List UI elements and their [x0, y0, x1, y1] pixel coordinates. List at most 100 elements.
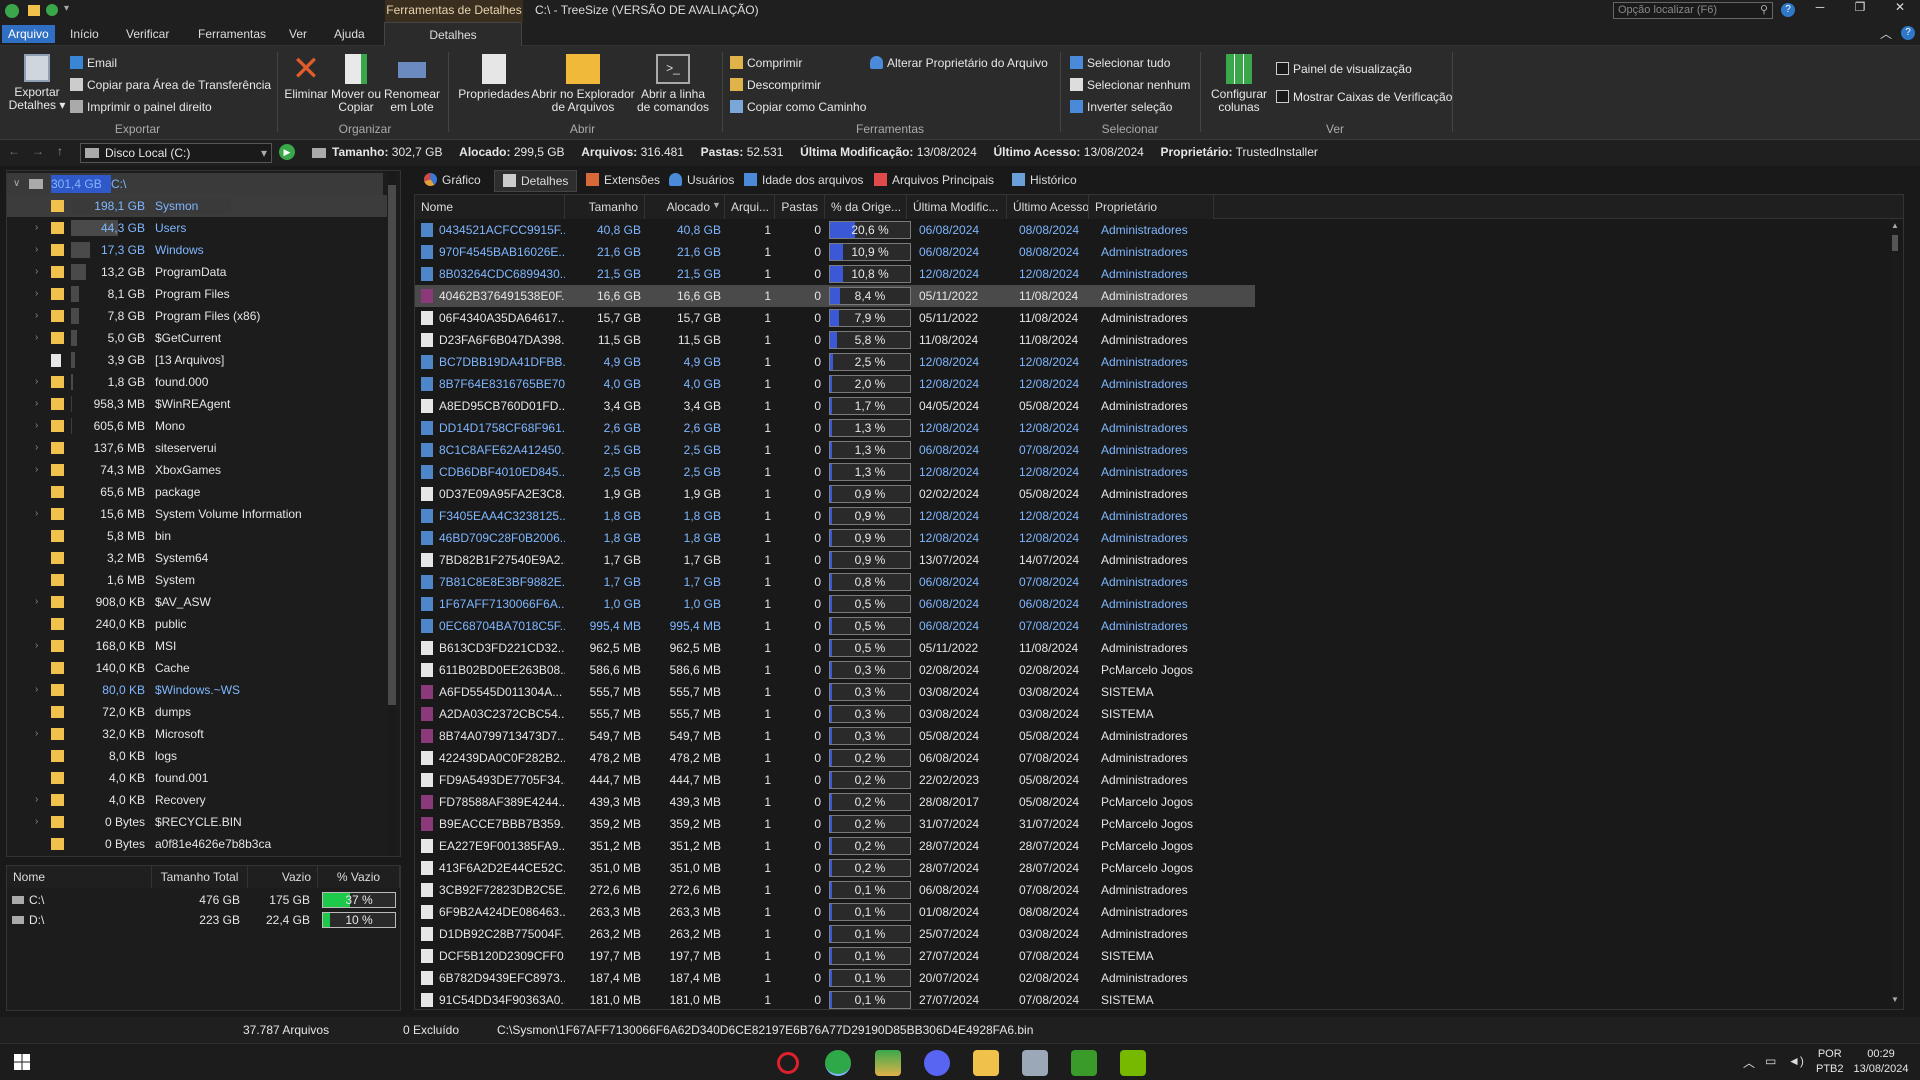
move-copy-button[interactable]: Mover ou Copiar: [330, 54, 382, 114]
tree-item[interactable]: 198,1 GB Sysmon: [7, 195, 387, 217]
up-icon[interactable]: ↑: [57, 144, 63, 158]
select-none-button[interactable]: Selecionar nenhum: [1070, 76, 1190, 94]
volume-icon[interactable]: ◄): [1788, 1054, 1804, 1068]
tree-item[interactable]: 72,0 KB dumps: [7, 701, 387, 723]
tree-item[interactable]: 4,0 KB found.001: [7, 767, 387, 789]
print-button[interactable]: Imprimir o painel direito: [70, 98, 212, 116]
windows-start-icon[interactable]: [14, 1054, 30, 1070]
qat-refresh-icon[interactable]: [46, 4, 58, 16]
drive-select[interactable]: Disco Local (C:) ▾: [80, 143, 272, 163]
chevron-right-icon[interactable]: ›: [35, 327, 38, 349]
minimize-button[interactable]: ─: [1800, 0, 1840, 14]
table-row[interactable]: FD9A5493DE7705F34... 444,7 MB 444,7 MB 1 0 0,…: [415, 769, 1255, 791]
file-explorer-icon[interactable]: [973, 1050, 999, 1076]
tree-item[interactable]: 0 Bytes a0f81e4626e7b8b3ca: [7, 833, 387, 855]
tree-item[interactable]: › 1,8 GB found.000: [7, 371, 387, 393]
chevron-right-icon[interactable]: ›: [35, 503, 38, 525]
table-row[interactable]: 3CB92F72823DB2C5E... 272,6 MB 272,6 MB 1 0 0,…: [415, 879, 1255, 901]
drive-row[interactable]: C:\ 476 GB 175 GB 37 %: [7, 890, 400, 910]
preview-pane-toggle[interactable]: Painel de visualização: [1276, 60, 1412, 78]
tab-extensoes[interactable]: Extensões: [578, 170, 668, 192]
table-row[interactable]: 8B7F64E8316765BE70... 4,0 GB 4,0 GB 1 0 2,0 %…: [415, 373, 1255, 395]
chevron-right-icon[interactable]: ›: [35, 437, 38, 459]
batch-rename-button[interactable]: Renomear em Lote: [384, 54, 440, 114]
qat-dropdown-icon[interactable]: ▾: [64, 3, 69, 14]
chevron-right-icon[interactable]: ›: [35, 723, 38, 745]
col-ultima-modificacao[interactable]: Última Modific...: [907, 195, 1007, 219]
table-row[interactable]: EA227E9F001385FA9... 351,2 MB 351,2 MB 1 0 0,…: [415, 835, 1255, 857]
open-cmd-button[interactable]: >_ Abrir a linha de comandos: [636, 54, 710, 114]
table-row[interactable]: 970F4545BAB16026E... 21,6 GB 21,6 GB 1 0 10,9…: [415, 241, 1255, 263]
tab-historico[interactable]: Histórico: [1004, 170, 1085, 192]
table-row[interactable]: FD78588AF389E4244... 439,3 MB 439,3 MB 1 0 0,…: [415, 791, 1255, 813]
tree-item[interactable]: › 74,3 MB XboxGames: [7, 459, 387, 481]
table-row[interactable]: 0434521ACFCC9915F... 40,8 GB 40,8 GB 1 0 20,6…: [415, 219, 1255, 241]
search-box[interactable]: Opção localizar (F6) ⚲: [1613, 2, 1773, 19]
chevron-right-icon[interactable]: ›: [35, 283, 38, 305]
table-row[interactable]: 8B74A0799713473D7... 549,7 MB 549,7 MB 1 0 0,…: [415, 725, 1255, 747]
treesize-taskbar-icon[interactable]: [825, 1050, 851, 1076]
tree-item[interactable]: › 168,0 KB MSI: [7, 635, 387, 657]
drives-col-name[interactable]: Nome: [7, 866, 152, 888]
checkbox-icon[interactable]: [1276, 90, 1289, 103]
table-row[interactable]: 91C54DD34F90363A0... 181,0 MB 181,0 MB 1 0 0,…: [415, 989, 1255, 1009]
table-row[interactable]: 0EC68704BA7018C5F... 995,4 MB 995,4 MB 1 0 0,…: [415, 615, 1255, 637]
app-window-icon[interactable]: [1022, 1050, 1048, 1076]
tree-item[interactable]: › 137,6 MB siteserverui: [7, 437, 387, 459]
menu-arquivo[interactable]: Arquivo: [2, 25, 55, 43]
chevron-right-icon[interactable]: ›: [35, 591, 38, 613]
delete-button[interactable]: ✕ Eliminar: [284, 52, 328, 101]
tree-item[interactable]: › 32,0 KB Microsoft: [7, 723, 387, 745]
discord-icon[interactable]: [924, 1050, 950, 1076]
close-button[interactable]: ✕: [1880, 0, 1920, 14]
tree-item[interactable]: 1,6 MB System: [7, 569, 387, 591]
decompress-button[interactable]: Descomprimir: [730, 76, 821, 94]
tree-item[interactable]: 240,0 KB public: [7, 613, 387, 635]
chevron-right-icon[interactable]: ›: [35, 415, 38, 437]
show-checkboxes-toggle[interactable]: Mostrar Caixas de Verificação: [1276, 88, 1452, 106]
tab-detalhes[interactable]: Detalhes: [494, 170, 578, 192]
menu-verificar[interactable]: Verificar: [120, 25, 175, 43]
open-explorer-button[interactable]: Abrir no Explorador de Arquivos: [530, 54, 636, 114]
col-proprietario[interactable]: Proprietário: [1089, 195, 1214, 219]
menu-inicio[interactable]: Início: [64, 25, 105, 43]
search-input[interactable]: Opção localizar (F6): [1618, 4, 1717, 16]
table-row[interactable]: 1F67AFF7130066F6A... 1,0 GB 1,0 GB 1 0 0,5 % 0…: [415, 593, 1255, 615]
col-pastas[interactable]: Pastas: [775, 195, 825, 219]
details-grid[interactable]: Nome Tamanho Alocado ▼ Arqui... Pastas %…: [414, 194, 1904, 1010]
invert-selection-button[interactable]: Inverter seleção: [1070, 98, 1172, 116]
tree-item[interactable]: › 958,3 MB $WinREAgent: [7, 393, 387, 415]
table-row[interactable]: DD14D1758CF68F961... 2,6 GB 2,6 GB 1 0 1,3 % 1…: [415, 417, 1255, 439]
chevron-right-icon[interactable]: ›: [35, 679, 38, 701]
table-row[interactable]: 6B782D9439EFC8973... 187,4 MB 187,4 MB 1 0 0,…: [415, 967, 1255, 989]
table-row[interactable]: 413F6A2D2E44CE52C... 351,0 MB 351,0 MB 1 0 0,…: [415, 857, 1255, 879]
drives-col-total[interactable]: Tamanho Total: [152, 866, 248, 888]
tab-usuarios[interactable]: Usuários: [661, 170, 742, 192]
folder-tree[interactable]: ∨ 301,4 GB C:\ 198,1 GB Sysmon › 44,3 GB Use…: [6, 170, 401, 857]
chevron-right-icon[interactable]: ›: [35, 239, 38, 261]
chevron-right-icon[interactable]: ›: [35, 635, 38, 657]
table-row[interactable]: BC7DBB19DA41DFBB... 4,9 GB 4,9 GB 1 0 2,5 % 12…: [415, 351, 1255, 373]
table-row[interactable]: 6F9B2A424DE086463... 263,3 MB 263,3 MB 1 0 0,…: [415, 901, 1255, 923]
language-indicator[interactable]: POR PTB2: [1816, 1047, 1844, 1077]
tab-idade-arquivos[interactable]: Idade dos arquivos: [736, 170, 871, 192]
table-row[interactable]: A6FD5545D011304A... 555,7 MB 555,7 MB 1 0 0,3…: [415, 681, 1255, 703]
tree-root[interactable]: ∨ 301,4 GB C:\: [7, 173, 383, 195]
tree-item[interactable]: › 0 Bytes $RECYCLE.BIN: [7, 811, 387, 833]
search-icon[interactable]: ⚲: [1760, 3, 1768, 16]
change-owner-button[interactable]: Alterar Proprietário do Arquivo: [870, 54, 1048, 72]
table-row[interactable]: 8C1C8AFE62A412450... 2,5 GB 2,5 GB 1 0 1,3 % 0…: [415, 439, 1255, 461]
layers-app-icon[interactable]: [875, 1050, 901, 1076]
chevron-right-icon[interactable]: ›: [35, 789, 38, 811]
configure-columns-button[interactable]: Configurar colunas: [1208, 54, 1270, 114]
tree-item[interactable]: › 44,3 GB Users: [7, 217, 387, 239]
tree-item[interactable]: 65,6 MB package: [7, 481, 387, 503]
checkbox-icon[interactable]: [1276, 62, 1289, 75]
help-icon[interactable]: ?: [1781, 3, 1795, 17]
clock[interactable]: 00:29 13/08/2024: [1848, 1047, 1914, 1077]
col-arquivos[interactable]: Arqui...: [725, 195, 775, 219]
nvidia-icon[interactable]: [1120, 1050, 1146, 1076]
table-row[interactable]: 06F4340A35DA64617... 15,7 GB 15,7 GB 1 0 7,9 …: [415, 307, 1255, 329]
copy-clipboard-button[interactable]: Copiar para Área de Transferência: [70, 76, 271, 94]
compress-button[interactable]: Comprimir: [730, 54, 802, 72]
